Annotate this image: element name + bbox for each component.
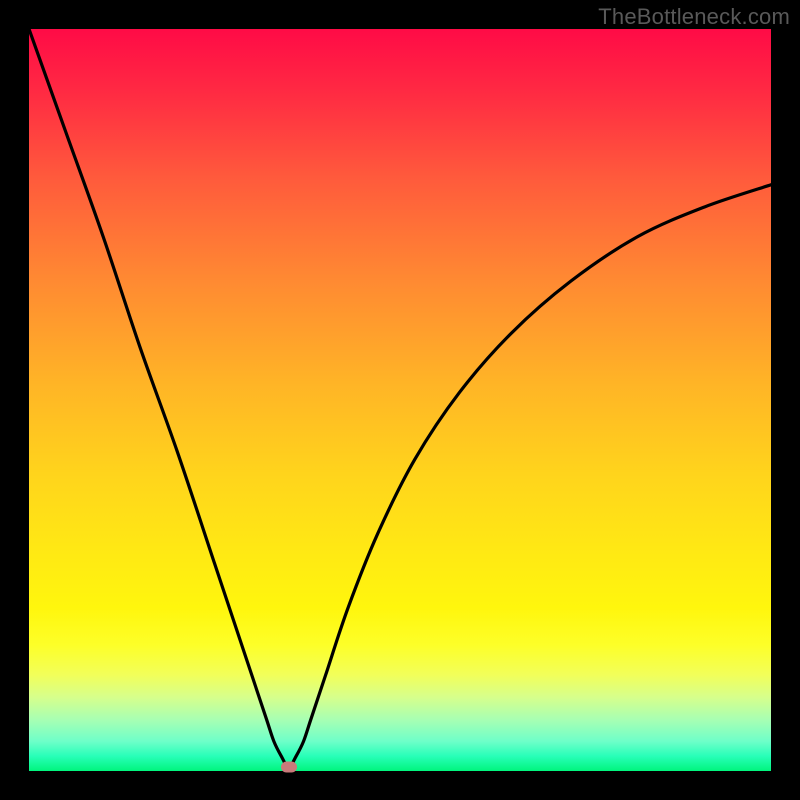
chart-frame: TheBottleneck.com [0,0,800,800]
bottleneck-curve [29,29,771,771]
minimum-marker [281,762,297,773]
plot-area [29,29,771,771]
watermark-text: TheBottleneck.com [598,4,790,30]
